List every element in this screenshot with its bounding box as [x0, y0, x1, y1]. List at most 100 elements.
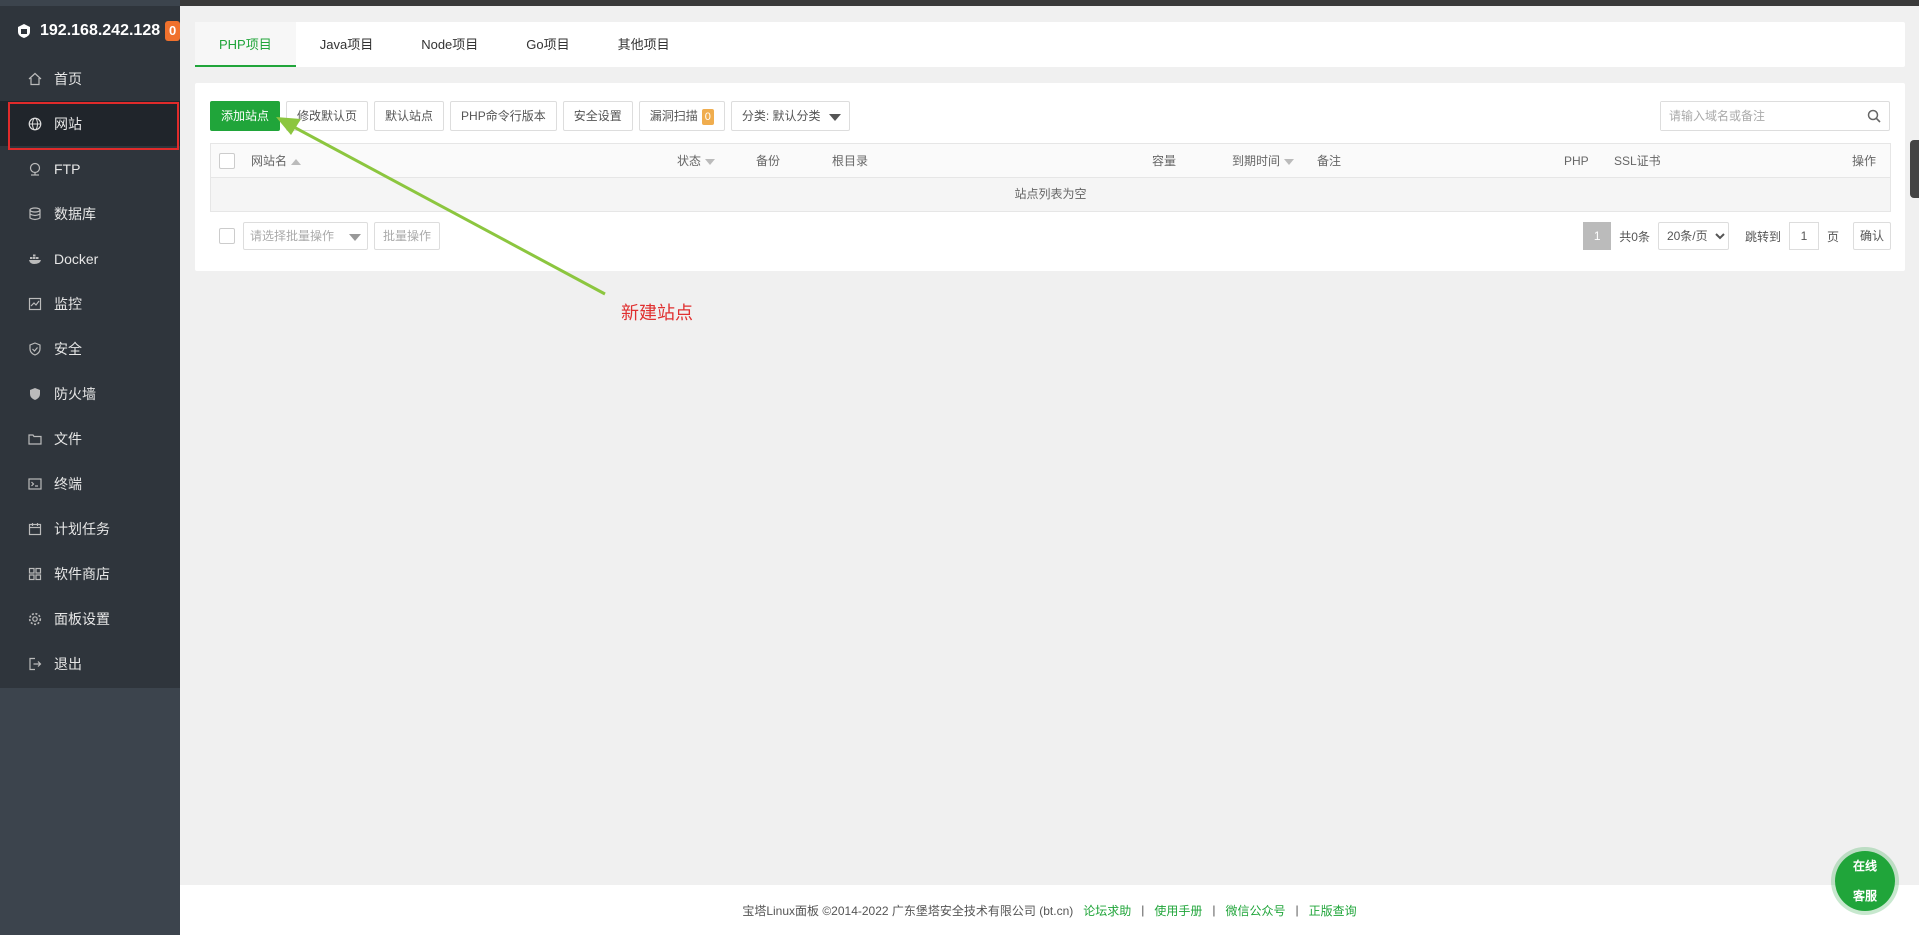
project-tabs: PHP项目 Java项目 Node项目 Go项目 其他项目 — [195, 22, 1905, 67]
window-top-strip — [0, 0, 1919, 6]
sidebar-item-docker[interactable]: Docker — [0, 236, 180, 281]
sort-desc-icon — [705, 158, 716, 165]
sidebar-item-label: 监控 — [54, 295, 82, 312]
annotation-label: 新建站点 — [621, 303, 693, 323]
col-expire[interactable]: 到期时间 — [1232, 144, 1295, 178]
vuln-scan-button[interactable]: 漏洞扫描 0 — [638, 101, 725, 131]
tab-node[interactable]: Node项目 — [397, 22, 502, 67]
jump-confirm-button[interactable]: 确认 — [1852, 222, 1891, 250]
gear-icon — [28, 612, 42, 626]
sidebar-item-label: 文件 — [54, 430, 82, 447]
default-site-button[interactable]: 默认站点 — [374, 101, 445, 131]
tab-php[interactable]: PHP项目 — [195, 22, 296, 67]
separator: | — [1295, 903, 1299, 917]
search-icon[interactable] — [1859, 102, 1889, 130]
forum-link[interactable]: 论坛求助 — [1083, 902, 1131, 919]
sidebar-item-label: Docker — [54, 250, 99, 267]
tab-go[interactable]: Go项目 — [502, 22, 593, 67]
sidebar-item-logout[interactable]: 退出 — [0, 641, 180, 686]
sidebar-item-label: 退出 — [54, 655, 82, 672]
bt-logo-icon — [16, 23, 32, 39]
toolbar: 添加站点 修改默认页 默认站点 PHP命令行版本 安全设置 漏洞扫描 0 分类: … — [210, 101, 856, 131]
col-site-name-label: 网站名 — [251, 154, 288, 168]
license-check-link[interactable]: 正版查询 — [1309, 902, 1357, 919]
select-all-checkbox-bottom[interactable] — [219, 228, 235, 244]
search-input[interactable] — [1661, 102, 1859, 130]
support-label-line1: 在线 — [1852, 858, 1877, 873]
notification-badge[interactable]: 0 — [165, 21, 180, 41]
bulk-actions: 请选择批量操作 批量操作 — [219, 221, 441, 251]
site-table: 网站名 状态 备份 根目录 容量 到期时间 备注 PHP SSL证书 操作 站点… — [210, 143, 1891, 212]
total-count: 共0条 — [1619, 229, 1650, 244]
add-site-button[interactable]: 添加站点 — [210, 101, 281, 131]
edit-default-page-button[interactable]: 修改默认页 — [286, 101, 369, 131]
server-header[interactable]: 192.168.242.128 0 — [0, 6, 180, 56]
sidebar-item-database[interactable]: 数据库 — [0, 191, 180, 236]
sidebar-item-website[interactable]: 网站 — [0, 101, 180, 150]
col-php: PHP — [1564, 154, 1589, 168]
col-remark: 备注 — [1317, 154, 1342, 168]
col-expire-label: 到期时间 — [1232, 154, 1281, 168]
current-page[interactable]: 1 — [1583, 222, 1612, 250]
database-icon — [28, 206, 42, 221]
manual-link[interactable]: 使用手册 — [1154, 902, 1202, 919]
tab-other[interactable]: 其他项目 — [594, 22, 694, 67]
select-all-checkbox[interactable] — [219, 153, 235, 169]
folder-icon — [28, 432, 42, 446]
sort-asc-icon — [291, 158, 302, 165]
col-actions: 操作 — [1852, 154, 1877, 168]
page-size-select[interactable]: 20条/页 — [1657, 222, 1729, 250]
page-unit: 页 — [1826, 229, 1839, 244]
site-panel: 添加站点 修改默认页 默认站点 PHP命令行版本 安全设置 漏洞扫描 0 分类: … — [195, 83, 1905, 271]
table-footer: 请选择批量操作 批量操作 1 共0条 20条/页 跳转到 1 页 确认 — [210, 221, 1891, 251]
php-cli-version-button[interactable]: PHP命令行版本 — [450, 101, 557, 131]
vuln-count-badge: 0 — [701, 109, 714, 125]
monitor-icon — [28, 297, 42, 311]
sort-desc-icon — [1284, 158, 1295, 165]
side-drawer-handle[interactable] — [1910, 140, 1919, 198]
category-select[interactable]: 分类: 默认分类 — [730, 101, 850, 131]
sidebar-item-cron[interactable]: 计划任务 — [0, 506, 180, 551]
sidebar-item-label: 数据库 — [54, 205, 96, 222]
sidebar-item-home[interactable]: 首页 — [0, 56, 180, 101]
search-box — [1660, 101, 1890, 131]
col-site-name[interactable]: 网站名 — [251, 144, 302, 178]
sidebar-item-monitor[interactable]: 监控 — [0, 281, 180, 326]
sidebar-item-terminal[interactable]: 终端 — [0, 461, 180, 506]
sidebar-item-security[interactable]: 安全 — [0, 326, 180, 371]
apps-icon — [28, 567, 42, 581]
tab-java[interactable]: Java项目 — [296, 22, 397, 67]
col-backup: 备份 — [756, 154, 781, 168]
sidebar-item-settings[interactable]: 面板设置 — [0, 596, 180, 641]
col-root: 根目录 — [832, 154, 869, 168]
sidebar-item-store[interactable]: 软件商店 — [0, 551, 180, 596]
col-status[interactable]: 状态 — [677, 144, 716, 178]
vuln-scan-label: 漏洞扫描 — [649, 109, 698, 123]
firewall-icon — [28, 387, 42, 401]
separator: | — [1141, 903, 1145, 917]
logout-icon — [28, 657, 42, 671]
bulk-action-select[interactable]: 请选择批量操作 — [243, 222, 368, 250]
ftp-icon — [28, 162, 42, 176]
server-ip: 192.168.242.128 — [40, 22, 161, 39]
support-label-line2: 客服 — [1852, 888, 1877, 903]
bulk-action-button[interactable]: 批量操作 — [374, 222, 441, 250]
wechat-link[interactable]: 微信公众号 — [1226, 902, 1286, 919]
sidebar-item-firewall[interactable]: 防火墙 — [0, 371, 180, 416]
jump-page-input[interactable]: 1 — [1788, 222, 1819, 250]
online-support-button[interactable]: 在线 客服 — [1835, 851, 1895, 911]
sidebar-menu: 首页 网站 FTP 数据库 Docker 监控 安全 防火墙 文件 终端 计划任… — [0, 56, 180, 688]
separator: | — [1212, 903, 1216, 917]
shield-check-icon — [28, 341, 42, 356]
sidebar-item-label: FTP — [54, 160, 81, 177]
sidebar-item-ftp[interactable]: FTP — [0, 146, 180, 191]
security-settings-button[interactable]: 安全设置 — [562, 101, 633, 131]
copyright-text: 宝塔Linux面板 ©2014-2022 广东堡塔安全技术有限公司 (bt.cn… — [742, 903, 1074, 918]
sidebar-item-files[interactable]: 文件 — [0, 416, 180, 461]
col-ssl: SSL证书 — [1614, 154, 1661, 168]
sidebar-item-label: 防火墙 — [54, 385, 96, 402]
sidebar-item-label: 计划任务 — [54, 520, 110, 537]
sidebar-item-label: 安全 — [54, 340, 82, 357]
col-status-label: 状态 — [677, 154, 702, 168]
sidebar-item-label: 面板设置 — [54, 610, 110, 627]
